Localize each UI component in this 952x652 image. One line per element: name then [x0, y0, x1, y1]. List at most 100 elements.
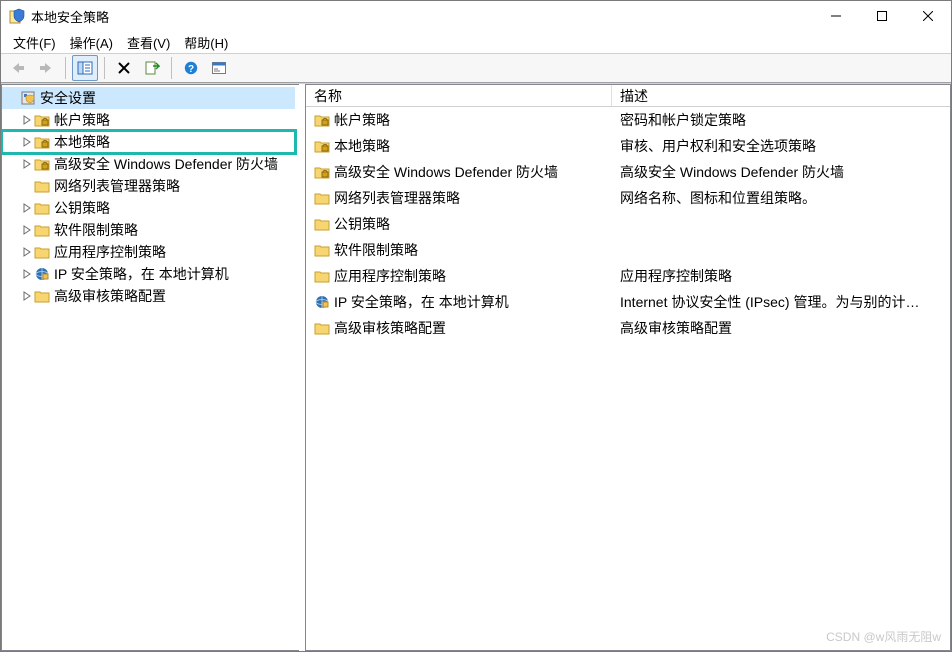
list-cell-desc: 高级安全 Windows Defender 防火墙	[612, 162, 950, 182]
expand-chevron-icon[interactable]	[20, 223, 34, 237]
list-cell-name: 高级审核策略配置	[306, 318, 612, 338]
list-item-name: 本地策略	[334, 136, 390, 156]
folder-icon	[314, 190, 330, 206]
folder-lock-icon	[314, 164, 330, 180]
ipsec-icon	[34, 266, 50, 282]
expand-chevron-icon[interactable]	[20, 157, 34, 171]
list-cell-name: 公钥策略	[306, 214, 612, 234]
tree-item[interactable]: 网络列表管理器策略	[2, 175, 295, 197]
tree-item-label: 帐户策略	[54, 110, 110, 130]
tree-item[interactable]: 高级安全 Windows Defender 防火墙	[2, 153, 295, 175]
toolbar-separator	[65, 57, 66, 79]
delete-button[interactable]	[111, 55, 137, 81]
tree-root[interactable]: ▸ 安全设置	[2, 87, 295, 109]
app-icon	[9, 8, 25, 24]
list-cell-name: 高级安全 Windows Defender 防火墙	[306, 162, 612, 182]
maximize-button[interactable]	[859, 1, 905, 31]
tree-item-label: 网络列表管理器策略	[54, 176, 180, 196]
list-row[interactable]: 公钥策略	[306, 211, 950, 237]
tree-root-label: 安全设置	[40, 88, 96, 108]
menu-action[interactable]: 操作(A)	[64, 31, 119, 54]
list-cell-name: 应用程序控制策略	[306, 266, 612, 286]
tree-pane[interactable]: ▸ 安全设置 帐户策略本地策略高级安全 Windows Defender 防火墙…	[1, 84, 299, 651]
tree-item-label: 高级审核策略配置	[54, 286, 166, 306]
list-row[interactable]: IP 安全策略，在 本地计算机Internet 协议安全性 (IPsec) 管理…	[306, 289, 950, 315]
tree-item-label: 高级安全 Windows Defender 防火墙	[54, 154, 278, 174]
tree-item-label: 应用程序控制策略	[54, 242, 166, 262]
folder-icon	[314, 242, 330, 258]
tree-item[interactable]: 高级审核策略配置	[2, 285, 295, 307]
console-root-icon	[20, 90, 36, 106]
list-cell-desc: 高级审核策略配置	[612, 318, 950, 338]
expand-chevron-icon[interactable]	[20, 267, 34, 281]
list-cell-name: IP 安全策略，在 本地计算机	[306, 292, 612, 312]
list-cell-name: 网络列表管理器策略	[306, 188, 612, 208]
window-controls	[813, 1, 951, 31]
list-item-name: 网络列表管理器策略	[334, 188, 460, 208]
list-row[interactable]: 软件限制策略	[306, 237, 950, 263]
column-header-name[interactable]: 名称	[306, 85, 612, 106]
list-row[interactable]: 高级审核策略配置 高级审核策略配置	[306, 315, 950, 341]
folder-icon	[34, 200, 50, 216]
tree-item-label: 本地策略	[54, 132, 110, 152]
details-pane[interactable]: 名称 描述 帐户策略密码和帐户锁定策略本地策略审核、用户权利和安全选项策略高级安…	[305, 84, 951, 651]
list-cell-name: 本地策略	[306, 136, 612, 156]
expand-chevron-icon[interactable]	[20, 135, 34, 149]
list-cell-name: 软件限制策略	[306, 240, 612, 260]
folder-icon	[34, 222, 50, 238]
close-button[interactable]	[905, 1, 951, 31]
menu-view[interactable]: 查看(V)	[121, 31, 176, 54]
tree-item[interactable]: 公钥策略	[2, 197, 295, 219]
list-item-name: IP 安全策略，在 本地计算机	[334, 292, 509, 312]
window-title: 本地安全策略	[31, 7, 813, 26]
list-row[interactable]: 网络列表管理器策略 网络名称、图标和位置组策略。	[306, 185, 950, 211]
folder-icon	[34, 244, 50, 260]
folder-icon	[314, 216, 330, 232]
details-header: 名称 描述	[306, 85, 950, 107]
folder-icon	[34, 178, 50, 194]
tree-item[interactable]: 本地策略	[2, 131, 295, 153]
list-row[interactable]: 帐户策略 密码和帐户锁定策略	[306, 107, 950, 133]
expand-chevron-icon[interactable]	[20, 201, 34, 215]
forward-button[interactable]	[33, 55, 59, 81]
expand-chevron-icon[interactable]	[20, 245, 34, 259]
help-button[interactable]: ?	[178, 55, 204, 81]
toolbar-separator	[104, 57, 105, 79]
toolbar-separator	[171, 57, 172, 79]
folder-icon	[314, 320, 330, 336]
folder-lock-icon	[34, 112, 50, 128]
folder-lock-icon	[34, 134, 50, 150]
list-item-name: 软件限制策略	[334, 240, 418, 260]
expand-chevron-icon[interactable]	[20, 289, 34, 303]
list-cell-desc: 应用程序控制策略	[612, 266, 950, 286]
menu-file[interactable]: 文件(F)	[7, 31, 62, 54]
back-button[interactable]	[5, 55, 31, 81]
list-row[interactable]: 应用程序控制策略 应用程序控制策略	[306, 263, 950, 289]
list-item-name: 公钥策略	[334, 214, 390, 234]
tree-item-label: IP 安全策略，在 本地计算机	[54, 264, 229, 284]
show-hide-tree-button[interactable]	[72, 55, 98, 81]
tree-item[interactable]: 帐户策略	[2, 109, 295, 131]
export-list-button[interactable]	[139, 55, 165, 81]
list-row[interactable]: 本地策略 审核、用户权利和安全选项策略	[306, 133, 950, 159]
list-item-name: 帐户策略	[334, 110, 390, 130]
properties-button[interactable]	[206, 55, 232, 81]
menu-help[interactable]: 帮助(H)	[178, 31, 234, 54]
toolbar: ?	[1, 53, 951, 83]
tree-item[interactable]: 应用程序控制策略	[2, 241, 295, 263]
list-cell-name: 帐户策略	[306, 110, 612, 130]
column-header-desc[interactable]: 描述	[612, 85, 950, 106]
expand-chevron-icon[interactable]	[20, 113, 34, 127]
folder-lock-icon	[314, 138, 330, 154]
tree-item[interactable]: IP 安全策略，在 本地计算机	[2, 263, 295, 285]
list-cell-desc: 审核、用户权利和安全选项策略	[612, 136, 950, 156]
list-item-name: 高级审核策略配置	[334, 318, 446, 338]
list-item-name: 应用程序控制策略	[334, 266, 446, 286]
tree-item[interactable]: 软件限制策略	[2, 219, 295, 241]
title-bar: 本地安全策略	[1, 1, 951, 31]
minimize-button[interactable]	[813, 1, 859, 31]
svg-text:?: ?	[188, 64, 194, 75]
list-cell-desc: 网络名称、图标和位置组策略。	[612, 188, 950, 208]
list-cell-desc: 密码和帐户锁定策略	[612, 110, 950, 130]
list-row[interactable]: 高级安全 Windows Defender 防火墙高级安全 Windows De…	[306, 159, 950, 185]
